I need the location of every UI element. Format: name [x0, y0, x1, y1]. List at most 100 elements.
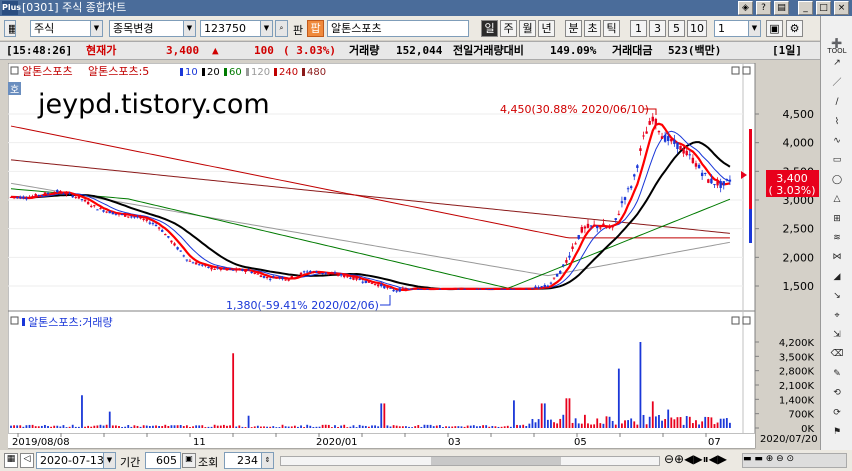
candle-body — [148, 222, 152, 224]
chart-area[interactable]: 4,5004,0003,5003,0002,5002,0001,5004,200… — [8, 63, 820, 450]
drawing-tool-icon-4[interactable]: ⌇ — [824, 112, 850, 133]
vol-legend-box-icon[interactable] — [10, 316, 19, 325]
drawing-tool-icon-8[interactable]: △ — [824, 189, 850, 210]
interval-dropdown-icon[interactable]: ▼ — [748, 20, 761, 37]
volume-bar — [519, 425, 522, 428]
candle-body — [105, 211, 108, 213]
volume-bar — [306, 424, 309, 428]
volume-bar — [44, 424, 46, 428]
volume-bar — [324, 424, 327, 428]
volume-bar — [509, 426, 512, 428]
view-input[interactable]: 234 — [224, 452, 262, 469]
candle-body — [559, 270, 562, 274]
vol-panel-max-icon[interactable] — [731, 316, 740, 325]
drawing-tool-icon-12[interactable]: ◢ — [824, 267, 850, 288]
change-dropdown-icon[interactable]: ▼ — [183, 20, 196, 37]
search-icon[interactable]: ⌕ — [275, 20, 288, 37]
horizontal-scrollbar[interactable] — [280, 456, 660, 466]
chart-menu-icon[interactable]: ▦ — [4, 20, 16, 37]
inquiry-icon[interactable]: ▣ — [182, 453, 196, 468]
minimize-icon[interactable]: _ — [798, 1, 813, 15]
drawing-tool-icon-11[interactable]: ⋈ — [824, 247, 850, 268]
drawing-tool-icon-15[interactable]: ⇲ — [824, 325, 850, 346]
period-year-button[interactable]: 년 — [538, 20, 555, 37]
view-spin-icon[interactable]: ⇕ — [261, 452, 274, 469]
vol-panel-close-icon[interactable] — [742, 316, 751, 325]
drawing-tool-icon-3[interactable]: ∕ — [824, 92, 850, 113]
panel-max-icon[interactable] — [731, 66, 740, 75]
volume-bar — [19, 425, 22, 428]
code-dropdown-icon[interactable]: ▼ — [260, 20, 273, 37]
gear-icon[interactable]: ⚙ — [786, 20, 803, 37]
drawing-tool-icon-9[interactable]: ⊞ — [824, 209, 850, 230]
period-input[interactable]: 605 — [145, 452, 181, 469]
volume-bar — [682, 424, 685, 428]
volume-bar — [590, 424, 592, 428]
bottom-tools[interactable]: ▬ ▬ ⊕ ⊖ ⊙ — [742, 453, 847, 468]
period-second-button[interactable]: 초 — [584, 20, 601, 37]
candle-body — [605, 227, 608, 229]
drawing-tool-icon-7[interactable]: ◯ — [824, 170, 850, 191]
scrollbar-thumb[interactable] — [431, 457, 561, 465]
link-icon[interactable]: ▤ — [774, 1, 789, 15]
volume-bar — [50, 426, 53, 428]
market-dropdown-icon[interactable]: ▼ — [90, 20, 103, 37]
volume-bar — [688, 416, 691, 428]
interval-input[interactable]: 1 — [714, 20, 750, 37]
drawing-tool-icon-13[interactable]: ↘ — [824, 286, 850, 307]
drawing-tool-icon-10[interactable]: ≋ — [824, 228, 850, 249]
close-icon[interactable]: × — [834, 1, 849, 15]
period-day-button[interactable]: 일 — [481, 20, 498, 37]
legend-ma240: 240 — [279, 67, 298, 78]
drawing-tool-icon-14[interactable]: ⌖ — [824, 306, 850, 327]
drawing-tool-icon-18[interactable]: ⟲ — [824, 383, 850, 404]
panel-close-icon[interactable] — [742, 66, 751, 75]
period-minute-button[interactable]: 분 — [565, 20, 582, 37]
candle-body — [364, 280, 368, 283]
period-month-button[interactable]: 월 — [519, 20, 536, 37]
title-bar: Plus [0301] 주식 종합차트 ◈ ? ▤ _ □ × — [0, 0, 852, 16]
num-1-button[interactable]: 1 — [630, 20, 647, 37]
volume-bar — [300, 425, 302, 428]
candle-body — [52, 192, 56, 194]
period-week-button[interactable]: 주 — [500, 20, 517, 37]
maximize-icon[interactable]: □ — [816, 1, 831, 15]
drawing-tool-icon-16[interactable]: ⌫ — [824, 344, 850, 365]
disk-icon[interactable]: ▣ — [766, 20, 783, 37]
candle-body — [318, 272, 321, 274]
shift-left-icon[interactable]: ◁ — [20, 453, 34, 468]
drawing-tool-icon-2[interactable]: ／ — [824, 73, 850, 94]
price-change: 100 — [254, 44, 274, 57]
legend-box-icon[interactable] — [10, 66, 19, 75]
candle-body — [117, 213, 121, 215]
drawing-tool-icon-20[interactable]: ⚑ — [824, 422, 850, 443]
help-icon[interactable]: ? — [756, 1, 771, 15]
drawing-tool-icon-5[interactable]: ∿ — [824, 131, 850, 152]
calendar-icon[interactable]: ▦ — [4, 453, 18, 468]
volume-bar — [229, 425, 231, 428]
candle-body — [472, 288, 476, 290]
zoom-controls[interactable]: ⊖⊕◀▶⏸◀▶ — [664, 452, 727, 467]
volume-bar — [102, 425, 105, 428]
ji-button[interactable]: 팝 — [307, 20, 324, 37]
period-tick-button[interactable]: 틱 — [603, 20, 620, 37]
drawing-tool-icon-17[interactable]: ✎ — [824, 364, 850, 385]
change-select[interactable]: 종목변경 — [109, 20, 185, 37]
code-input[interactable]: 123750 — [200, 20, 262, 37]
volume-bar — [543, 403, 546, 428]
date-input[interactable]: 2020-07-13 — [36, 452, 104, 469]
candle-body — [435, 288, 438, 290]
candle-body — [321, 273, 324, 275]
num-10-button[interactable]: 10 — [687, 20, 707, 37]
num-3-button[interactable]: 3 — [649, 20, 666, 37]
drawing-tool-icon-6[interactable]: ▭ — [824, 150, 850, 171]
nav-icon[interactable]: ◈ — [738, 1, 753, 15]
volume-bar — [142, 425, 145, 428]
num-5-button[interactable]: 5 — [668, 20, 685, 37]
candle-body — [219, 268, 223, 270]
drawing-tool-icon-1[interactable]: ↗ — [824, 53, 850, 74]
drawing-tool-icon-19[interactable]: ⟳ — [824, 403, 850, 424]
date-dropdown-icon[interactable]: ▼ — [103, 452, 116, 469]
market-select[interactable]: 주식 — [30, 20, 92, 37]
volume-value: 152,044 — [396, 44, 443, 57]
